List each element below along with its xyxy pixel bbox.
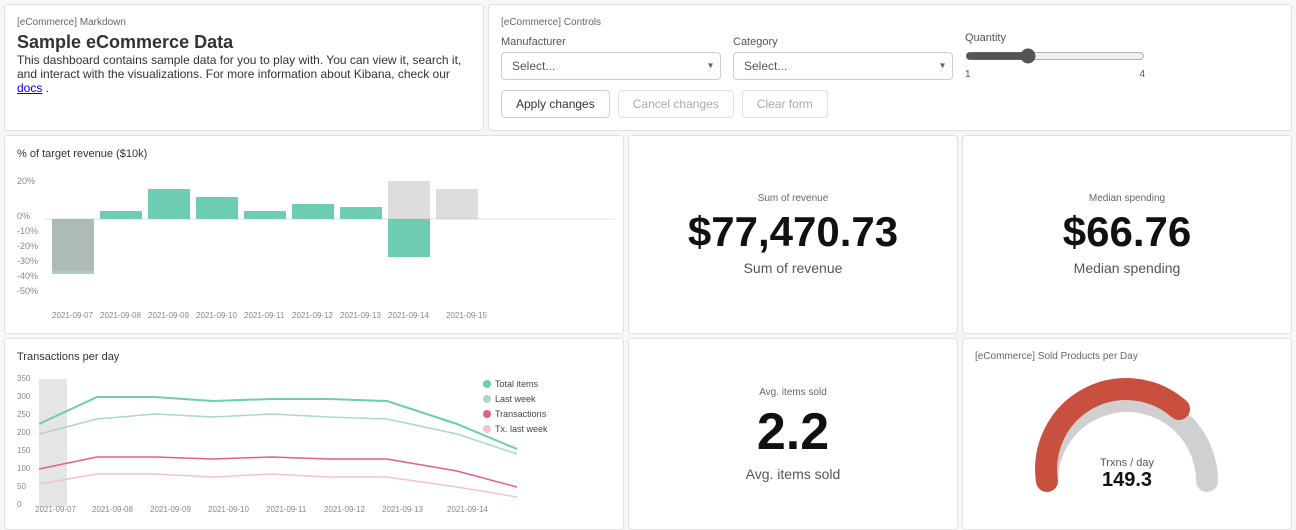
svg-text:300: 300 (17, 392, 31, 401)
gauge-svg: Trxns / day 149.3 (1027, 371, 1227, 501)
markdown-text: This dashboard contains sample data for … (17, 53, 461, 81)
svg-text:2021-09-14: 2021-09-14 (447, 505, 488, 514)
svg-text:2021-09-14: 2021-09-14 (388, 311, 429, 320)
svg-text:2021-09-09: 2021-09-09 (148, 311, 189, 320)
category-select[interactable]: Select... (733, 52, 953, 80)
quantity-slider-container: 1 4 (965, 48, 1145, 80)
markdown-panel: [eCommerce] Markdown Sample eCommerce Da… (4, 4, 484, 131)
revenue-chart-svg: 20% 0% -10% -20% -30% -40% -50% (17, 166, 617, 321)
manufacturer-select[interactable]: Select... (501, 52, 721, 80)
sold-products-panel: [eCommerce] Sold Products per Day Trxns … (962, 338, 1292, 530)
svg-text:2021-09-11: 2021-09-11 (244, 311, 285, 320)
median-spending-panel: Median spending $66.76 Median spending (962, 135, 1292, 334)
sum-revenue-panel-title: Sum of revenue (758, 193, 829, 204)
median-spending-label: Median spending (1074, 260, 1181, 276)
apply-button[interactable]: Apply changes (501, 90, 610, 118)
svg-text:Tx. last week: Tx. last week (495, 424, 548, 434)
quantity-label: Quantity (965, 32, 1145, 44)
svg-text:-30%: -30% (17, 256, 38, 266)
controls-row: Manufacturer Select... ▾ Category Select… (501, 32, 1279, 80)
category-label: Category (733, 36, 953, 48)
svg-text:Total items: Total items (495, 379, 539, 389)
manufacturer-label: Manufacturer (501, 36, 721, 48)
quantity-min: 1 (965, 69, 971, 80)
markdown-panel-title: [eCommerce] Markdown (17, 17, 471, 28)
svg-text:2021-09-10: 2021-09-10 (196, 311, 237, 320)
svg-text:-40%: -40% (17, 271, 38, 281)
svg-text:2021-09-10: 2021-09-10 (208, 505, 249, 514)
cancel-button[interactable]: Cancel changes (618, 90, 734, 118)
svg-text:2021-09-15: 2021-09-15 (446, 311, 487, 320)
quantity-control: Quantity 1 4 (965, 32, 1145, 80)
svg-text:2021-09-13: 2021-09-13 (340, 311, 381, 320)
category-control: Category Select... ▾ (733, 36, 953, 80)
clear-button[interactable]: Clear form (742, 90, 828, 118)
svg-text:Transactions: Transactions (495, 409, 547, 419)
transactions-chart-svg: 350 300 250 200 150 100 50 0 (17, 369, 607, 514)
svg-text:0%: 0% (17, 211, 30, 221)
revenue-bar-chart: 20% 0% -10% -20% -30% -40% -50% (17, 166, 611, 321)
gauge-container: Trxns / day 149.3 (975, 366, 1279, 506)
avg-items-panel: Avg. items sold 2.2 Avg. items sold (628, 338, 958, 530)
svg-text:0: 0 (17, 500, 22, 509)
avg-items-value: 2.2 (757, 402, 829, 462)
svg-text:2021-09-07: 2021-09-07 (35, 505, 76, 514)
svg-text:2021-09-11: 2021-09-11 (266, 505, 307, 514)
manufacturer-select-wrapper: Select... ▾ (501, 52, 721, 80)
svg-text:149.3: 149.3 (1102, 469, 1152, 491)
revenue-chart-title: % of target revenue ($10k) (17, 148, 611, 160)
manufacturer-control: Manufacturer Select... ▾ (501, 36, 721, 80)
svg-text:350: 350 (17, 374, 31, 383)
markdown-body: This dashboard contains sample data for … (17, 53, 471, 95)
svg-text:150: 150 (17, 446, 31, 455)
sum-revenue-panel: Sum of revenue $77,470.73 Sum of revenue (628, 135, 958, 334)
revenue-chart-panel: % of target revenue ($10k) 20% 0% -10% -… (4, 135, 624, 334)
transactions-chart-wrapper: 350 300 250 200 150 100 50 0 (17, 369, 611, 517)
quantity-max: 4 (1139, 69, 1145, 80)
svg-text:-50%: -50% (17, 286, 38, 296)
transactions-title: Transactions per day (17, 351, 611, 363)
markdown-suffix: . (46, 81, 49, 95)
controls-panel-title: [eCommerce] Controls (501, 17, 1279, 28)
svg-text:200: 200 (17, 428, 31, 437)
svg-text:2021-09-08: 2021-09-08 (92, 505, 133, 514)
svg-text:2021-09-12: 2021-09-12 (324, 505, 365, 514)
svg-text:2021-09-12: 2021-09-12 (292, 311, 333, 320)
category-select-wrapper: Select... ▾ (733, 52, 953, 80)
svg-text:2021-09-07: 2021-09-07 (52, 311, 93, 320)
avg-items-panel-title: Avg. items sold (759, 387, 827, 398)
median-spending-value: $66.76 (1063, 208, 1191, 256)
markdown-heading: Sample eCommerce Data (17, 32, 471, 53)
svg-text:Trxns / day: Trxns / day (1100, 457, 1154, 469)
svg-text:-20%: -20% (17, 241, 38, 251)
svg-text:2021-09-08: 2021-09-08 (100, 311, 141, 320)
controls-buttons: Apply changes Cancel changes Clear form (501, 90, 1279, 118)
svg-text:20%: 20% (17, 176, 35, 186)
svg-text:100: 100 (17, 464, 31, 473)
sold-products-title: [eCommerce] Sold Products per Day (975, 351, 1279, 362)
median-spending-panel-title: Median spending (1089, 193, 1165, 204)
svg-text:Last week: Last week (495, 394, 536, 404)
sum-revenue-value: $77,470.73 (688, 208, 898, 256)
avg-items-label: Avg. items sold (746, 466, 841, 482)
controls-panel: [eCommerce] Controls Manufacturer Select… (488, 4, 1292, 131)
svg-text:250: 250 (17, 410, 31, 419)
svg-text:50: 50 (17, 482, 26, 491)
svg-text:-10%: -10% (17, 226, 38, 236)
transactions-panel: Transactions per day 350 300 250 200 150… (4, 338, 624, 530)
quantity-slider[interactable] (965, 48, 1145, 64)
svg-text:2021-09-13: 2021-09-13 (382, 505, 423, 514)
docs-link[interactable]: docs (17, 81, 42, 95)
svg-text:2021-09-09: 2021-09-09 (150, 505, 191, 514)
sum-revenue-label: Sum of revenue (744, 260, 843, 276)
